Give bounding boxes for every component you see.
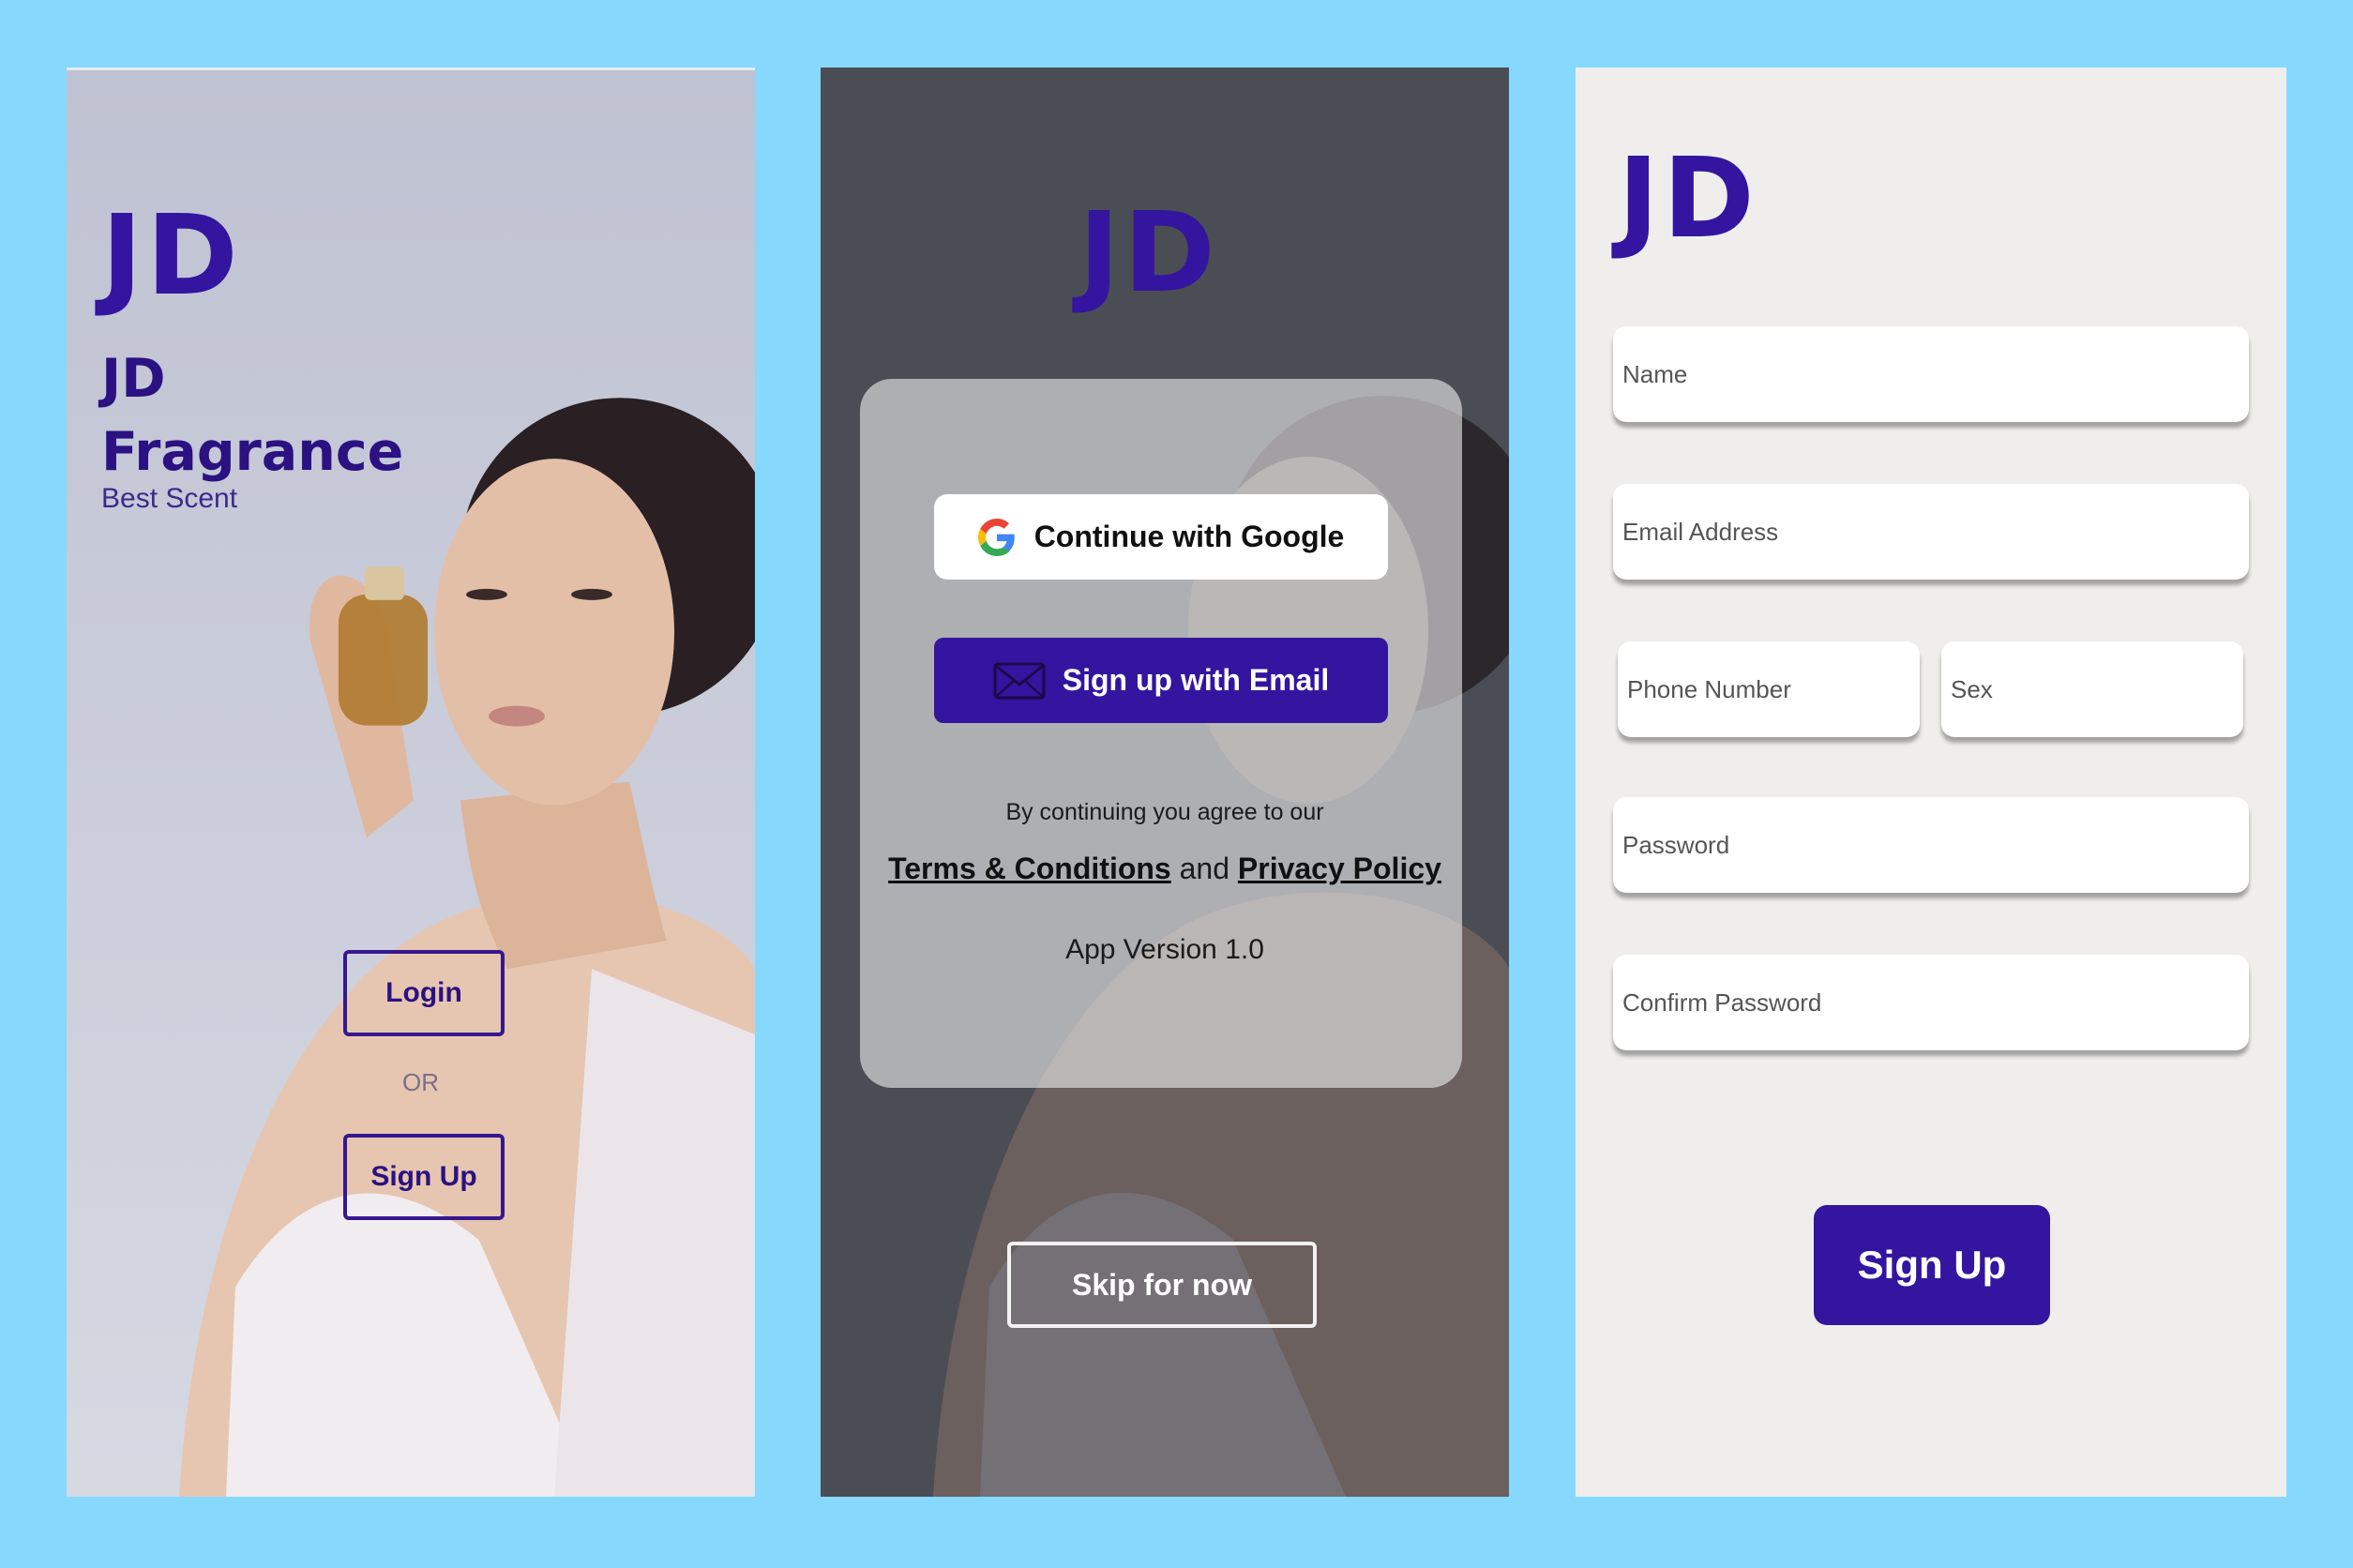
auth-card [860,379,1462,1088]
continue-with-google-button[interactable]: Continue with Google [934,494,1388,580]
name-field[interactable] [1613,326,2249,422]
name-input[interactable] [1622,359,2249,389]
signin-options-screen: JD Continue with Google Sign up with Ema… [821,68,1509,1497]
google-button-label: Continue with Google [1033,520,1345,553]
privacy-link[interactable]: Privacy Policy [1238,852,1441,885]
brand-title: JD Fragrance [101,342,403,489]
sex-input[interactable] [1951,674,2243,704]
confirm-password-field[interactable] [1613,955,2249,1050]
app-version: App Version 1.0 [1065,934,1264,965]
brand-title-line1: JD [101,348,166,410]
legal-links: Terms & Conditions and Privacy Policy [821,852,1509,886]
or-divider: OR [402,1068,439,1096]
phone-field[interactable] [1618,641,1920,737]
sex-field[interactable] [1941,641,2243,737]
password-field[interactable] [1613,797,2249,893]
signup-button[interactable]: Sign Up [343,1134,505,1220]
jd-logo: JD [1078,188,1219,317]
email-field[interactable] [1613,484,2249,580]
confirm-password-input[interactable] [1622,988,2249,1018]
login-button[interactable]: Login [343,950,505,1036]
welcome-screen: JD JD Fragrance Best Scent Login OR Sign… [67,68,755,1497]
envelope-icon [993,662,1046,699]
skip-button[interactable]: Skip for now [1007,1242,1317,1328]
google-g-icon [977,518,1015,556]
agreement-text: By continuing you agree to our [1005,799,1324,825]
brand-title-line2: Fragrance [101,421,404,483]
and-text: and [1179,852,1229,885]
jd-logo: JD [101,190,242,320]
signup-form-screen: JD Sign Up [1576,68,2286,1497]
phone-input[interactable] [1627,674,1920,704]
terms-link[interactable]: Terms & Conditions [888,852,1171,885]
email-input[interactable] [1622,517,2249,547]
email-button-label: Sign up with Email [1062,663,1330,697]
signup-with-email-button[interactable]: Sign up with Email [934,638,1388,723]
jd-logo: JD [1618,133,1758,263]
signup-submit-button[interactable]: Sign Up [1814,1205,2050,1325]
brand-subtitle: Best Scent [101,483,238,514]
password-input[interactable] [1622,830,2249,860]
